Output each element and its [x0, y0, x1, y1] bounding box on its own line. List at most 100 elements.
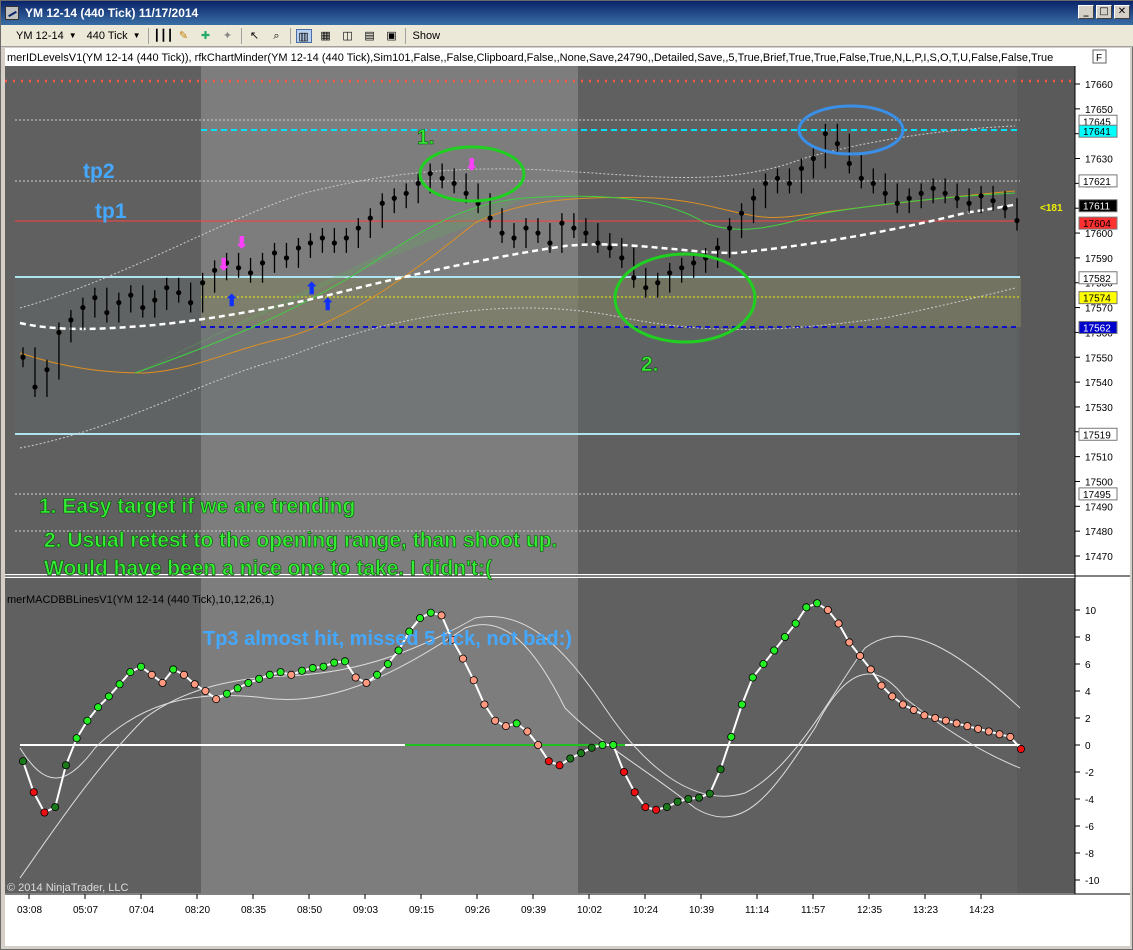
candle-close — [283, 255, 290, 261]
marker-1-label: 1. — [417, 126, 435, 149]
candle-close — [20, 354, 26, 360]
price-tick-label: 17570 — [1085, 304, 1113, 315]
toolbar-divider — [404, 27, 406, 44]
macd-dot — [340, 657, 349, 666]
macd-dot — [577, 749, 586, 758]
price-tick-label: 17590 — [1085, 254, 1113, 265]
time-tick-label: 12:35 — [857, 905, 882, 916]
candle-close — [834, 141, 840, 147]
snapshot-icon[interactable]: ▣ — [384, 29, 400, 43]
macd-dot — [29, 788, 38, 797]
macd-dot — [641, 803, 650, 812]
macd-tick-label: -2 — [1085, 768, 1094, 779]
candle-close — [439, 175, 445, 181]
macd-dot — [512, 719, 521, 728]
add-indicator-icon[interactable]: ✚ — [198, 29, 214, 43]
candle-close — [427, 170, 433, 177]
candle-close — [930, 185, 936, 191]
macd-dot — [222, 689, 231, 698]
macd-tick-label: -8 — [1085, 849, 1094, 860]
macd-dot — [652, 805, 661, 814]
future-area-bottom — [1017, 578, 1075, 893]
candle-close — [44, 367, 50, 373]
candle-close — [583, 230, 589, 236]
macd-dot — [147, 670, 156, 679]
macd-dot — [737, 700, 746, 709]
candle-close — [822, 131, 828, 137]
macd-dot — [469, 676, 478, 685]
candle-close — [762, 180, 769, 186]
candle-close — [259, 260, 266, 266]
zoom-icon[interactable]: ⌕ — [269, 29, 285, 43]
candle-close — [559, 220, 565, 226]
candle-close — [487, 215, 493, 221]
time-tick-label: 11:57 — [801, 905, 826, 916]
candle-close — [379, 200, 385, 206]
macd-dot — [319, 662, 328, 671]
time-tick-label: 14:23 — [969, 905, 994, 916]
cursor-icon[interactable]: ↖ — [247, 29, 263, 43]
candle-close — [942, 190, 948, 196]
candle-close — [547, 240, 553, 246]
macd-tick-label: 10 — [1085, 606, 1097, 617]
price-badge-label: 17495 — [1083, 490, 1111, 501]
candle-close — [679, 265, 685, 271]
bar-style-icon[interactable]: ┃┃┃ — [154, 29, 174, 43]
macd-tick-label: 6 — [1085, 660, 1091, 671]
candle-close — [738, 210, 745, 216]
macd-dot — [673, 797, 682, 806]
show-button[interactable]: Show — [408, 27, 446, 45]
interval-label: 440 Tick — [86, 29, 128, 42]
interval-dropdown[interactable]: 440 Tick ▼ — [82, 27, 146, 45]
time-tick-label: 09:39 — [521, 905, 546, 916]
time-tick-label: 09:15 — [409, 905, 434, 916]
candle-close — [750, 195, 757, 201]
candle-close — [128, 292, 134, 298]
price-badge-label: 17574 — [1083, 294, 1111, 305]
buy-arrow-icon: ⬆ — [321, 297, 334, 314]
chart-trader-icon[interactable]: ▥ — [295, 28, 312, 43]
chart-area[interactable]: merIDLevelsV1(YM 12-14 (440 Tick)), rfkC… — [5, 48, 1130, 946]
macd-dot — [437, 611, 446, 620]
strategy-icon[interactable]: ✦ — [220, 29, 236, 43]
macd-dot — [630, 788, 639, 797]
close-button[interactable]: ✕ — [1114, 5, 1130, 19]
candle-close — [535, 230, 541, 236]
macd-dot — [255, 674, 264, 683]
macd-dot — [952, 719, 961, 728]
toolbar-divider — [289, 27, 291, 44]
pencil-icon[interactable]: ✎ — [176, 29, 192, 43]
price-tick-label: 17510 — [1085, 453, 1113, 464]
chart-canvas[interactable]: merIDLevelsV1(YM 12-14 (440 Tick)), rfkC… — [5, 48, 1130, 946]
sell-arrow-icon: ⬇ — [235, 235, 248, 252]
minimize-button[interactable]: _ — [1078, 5, 1094, 19]
macd-tick-label: -4 — [1085, 795, 1094, 806]
macd-dot — [920, 711, 929, 720]
candle-close — [295, 245, 302, 251]
f-button-label: F — [1096, 53, 1102, 64]
maximize-button[interactable]: □ — [1096, 5, 1112, 19]
price-tick-label: 17500 — [1085, 477, 1113, 488]
instrument-dropdown[interactable]: YM 12-14 ▼ — [11, 27, 82, 45]
macd-dot — [83, 716, 92, 725]
candle-close — [810, 155, 817, 162]
candle-close — [451, 180, 457, 186]
macd-dot — [351, 673, 360, 682]
candle-close — [271, 250, 278, 256]
macd-dot — [705, 789, 714, 798]
macd-dot — [995, 730, 1004, 739]
macd-dot — [137, 662, 146, 671]
properties-icon[interactable]: ▤ — [362, 29, 378, 43]
macd-dot — [845, 638, 854, 647]
candle-close — [331, 240, 337, 246]
macd-dot — [748, 673, 757, 682]
sell-arrow-icon: ⬇ — [465, 157, 478, 174]
data-box-icon[interactable]: ▦ — [318, 29, 334, 43]
time-tick-label: 07:04 — [129, 905, 154, 916]
candle-close — [619, 255, 625, 261]
time-tick-label: 08:50 — [297, 905, 322, 916]
macd-dot — [1006, 732, 1015, 741]
line-chart-icon[interactable]: ◫ — [340, 29, 356, 43]
chart-window: YM 12-14 (440 Tick) 11/17/2014 _ □ ✕ YM … — [0, 0, 1133, 950]
macd-dot — [212, 695, 221, 704]
